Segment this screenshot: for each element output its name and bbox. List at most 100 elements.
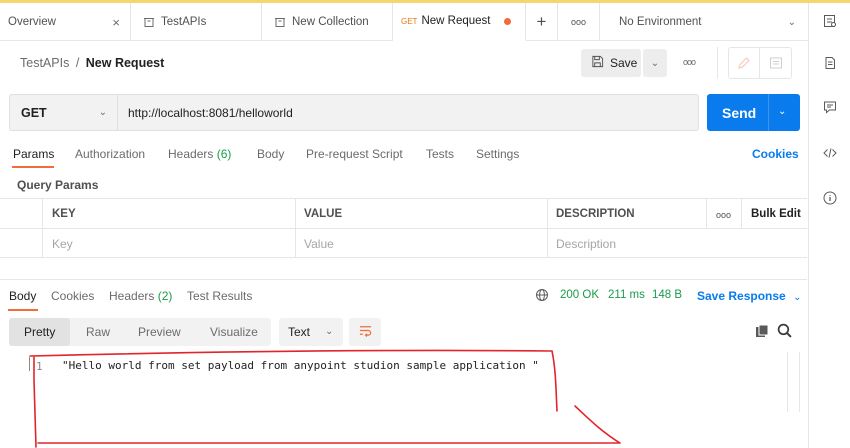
tab-authorization[interactable]: Authorization	[75, 147, 145, 161]
tab-new-collection[interactable]: New Collection	[262, 3, 393, 41]
editor-cursor-line	[29, 357, 30, 371]
response-tab-headers-count: (2)	[157, 289, 173, 303]
format-label: Text	[288, 325, 311, 339]
key-input[interactable]: Key	[52, 237, 73, 251]
environment-quick-look-icon[interactable]	[823, 14, 837, 28]
tab-more-button[interactable]: ooo	[558, 3, 600, 41]
edit-divider	[759, 48, 760, 78]
info-icon[interactable]	[823, 191, 837, 205]
table-column-divider	[295, 198, 296, 258]
method-select[interactable]: GET ⌄	[9, 94, 117, 131]
tab-params[interactable]: Params	[13, 147, 54, 161]
chevron-down-icon: ⌄	[325, 326, 334, 337]
documentation-icon[interactable]	[823, 56, 837, 70]
value-input[interactable]: Value	[304, 237, 334, 251]
environment-select[interactable]: No Environment ⌄	[600, 3, 808, 41]
view-raw-button[interactable]: Raw	[86, 318, 110, 346]
url-input[interactable]: http://localhost:8081/helloworld	[117, 94, 699, 131]
right-sidebar	[808, 3, 850, 448]
response-body-line[interactable]: "Hello world from set payload from anypo…	[62, 359, 539, 372]
response-tab-headers[interactable]: Headers (2)	[109, 289, 172, 303]
save-label: Save	[610, 56, 638, 70]
search-icon[interactable]	[777, 323, 792, 341]
bulk-edit-button[interactable]: Bulk Edit	[751, 208, 801, 220]
save-response-label: Save Response	[697, 289, 786, 303]
editor-scrollbar[interactable]	[787, 352, 800, 412]
save-options-button[interactable]: ⌄	[643, 49, 667, 77]
pencil-icon[interactable]	[737, 56, 751, 73]
comments-icon[interactable]	[823, 100, 837, 114]
code-icon[interactable]	[823, 146, 837, 160]
header-divider	[717, 47, 718, 79]
breadcrumb-request[interactable]: New Request	[86, 56, 165, 70]
collection-icon	[143, 16, 161, 28]
status-code[interactable]: 200 OK	[560, 289, 599, 301]
tab-overview[interactable]: Overview ×	[0, 3, 131, 41]
tab-testapis[interactable]: TestAPIs	[131, 3, 262, 41]
response-divider	[0, 279, 807, 280]
environment-label: No Environment	[619, 16, 702, 28]
send-divider	[768, 94, 769, 131]
breadcrumb-collection[interactable]: TestAPIs	[20, 56, 69, 70]
response-tab-cookies[interactable]: Cookies	[51, 289, 94, 303]
view-pretty-button[interactable]: Pretty	[9, 318, 71, 346]
breadcrumb: TestAPIs / New Request	[20, 56, 164, 70]
edit-toggle-group	[728, 47, 792, 79]
unsaved-dot-icon	[504, 17, 511, 25]
table-column-divider	[741, 198, 742, 228]
wrap-lines-icon	[358, 324, 373, 340]
chevron-down-icon: ⌄	[793, 292, 802, 303]
response-size[interactable]: 148 B	[652, 289, 682, 301]
tab-testapis-label: TestAPIs	[161, 16, 207, 28]
tab-headers-count: (6)	[216, 147, 232, 161]
column-header-value: VALUE	[304, 208, 343, 220]
save-response-button[interactable]: Save Response ⌄	[697, 289, 801, 303]
chevron-down-icon: ⌄	[98, 107, 107, 118]
collection-icon	[274, 16, 292, 28]
tab-pre-request-script[interactable]: Pre-request Script	[306, 147, 403, 161]
column-header-key: KEY	[52, 208, 76, 220]
save-button[interactable]: Save	[581, 49, 641, 77]
format-select[interactable]: Text ⌄	[279, 318, 343, 346]
description-input[interactable]: Description	[556, 237, 616, 251]
tab-new-request-label: New Request	[421, 15, 491, 27]
tab-new-request[interactable]: GET New Request	[393, 3, 526, 41]
send-button[interactable]: Send ⌄	[707, 94, 800, 131]
tab-body[interactable]: Body	[257, 147, 284, 161]
active-tab-underline	[12, 166, 54, 168]
tab-settings[interactable]: Settings	[476, 147, 519, 161]
line-number: 1	[36, 360, 43, 373]
view-visualize-button[interactable]: Visualize	[210, 318, 258, 346]
close-icon[interactable]: ×	[112, 15, 120, 30]
chevron-down-icon: ⌄	[787, 16, 796, 28]
header-more-button[interactable]: ooo	[683, 57, 696, 67]
response-tab-test-results[interactable]: Test Results	[187, 289, 252, 303]
table-column-divider	[706, 198, 707, 228]
save-icon	[591, 55, 604, 71]
response-time[interactable]: 211 ms	[608, 289, 645, 301]
breadcrumb-separator: /	[75, 56, 80, 70]
url-value: http://localhost:8081/helloworld	[128, 105, 293, 120]
tab-headers[interactable]: Headers (6)	[168, 147, 231, 161]
column-header-description: DESCRIPTION	[556, 208, 635, 220]
response-tab-body[interactable]: Body	[9, 289, 36, 303]
table-column-divider	[42, 198, 43, 258]
active-tab-underline	[8, 309, 38, 311]
tab-new-collection-label: New Collection	[292, 16, 369, 28]
globe-icon[interactable]	[535, 288, 549, 305]
query-params-title: Query Params	[17, 178, 99, 192]
tab-tests[interactable]: Tests	[426, 147, 454, 161]
chevron-down-icon[interactable]: ⌄	[778, 106, 786, 117]
tab-overview-label: Overview	[8, 16, 56, 28]
send-label: Send	[722, 104, 757, 121]
column-options-button[interactable]: ooo	[716, 210, 731, 220]
wrap-lines-button[interactable]	[349, 318, 381, 346]
table-column-divider	[547, 198, 548, 258]
documentation-icon[interactable]	[769, 56, 783, 73]
tab-headers-label: Headers	[168, 147, 214, 161]
cookies-link[interactable]: Cookies	[752, 147, 799, 161]
new-tab-button[interactable]: +	[526, 3, 558, 41]
copy-icon[interactable]	[755, 324, 769, 341]
view-preview-button[interactable]: Preview	[138, 318, 181, 346]
method-label: GET	[21, 105, 47, 120]
